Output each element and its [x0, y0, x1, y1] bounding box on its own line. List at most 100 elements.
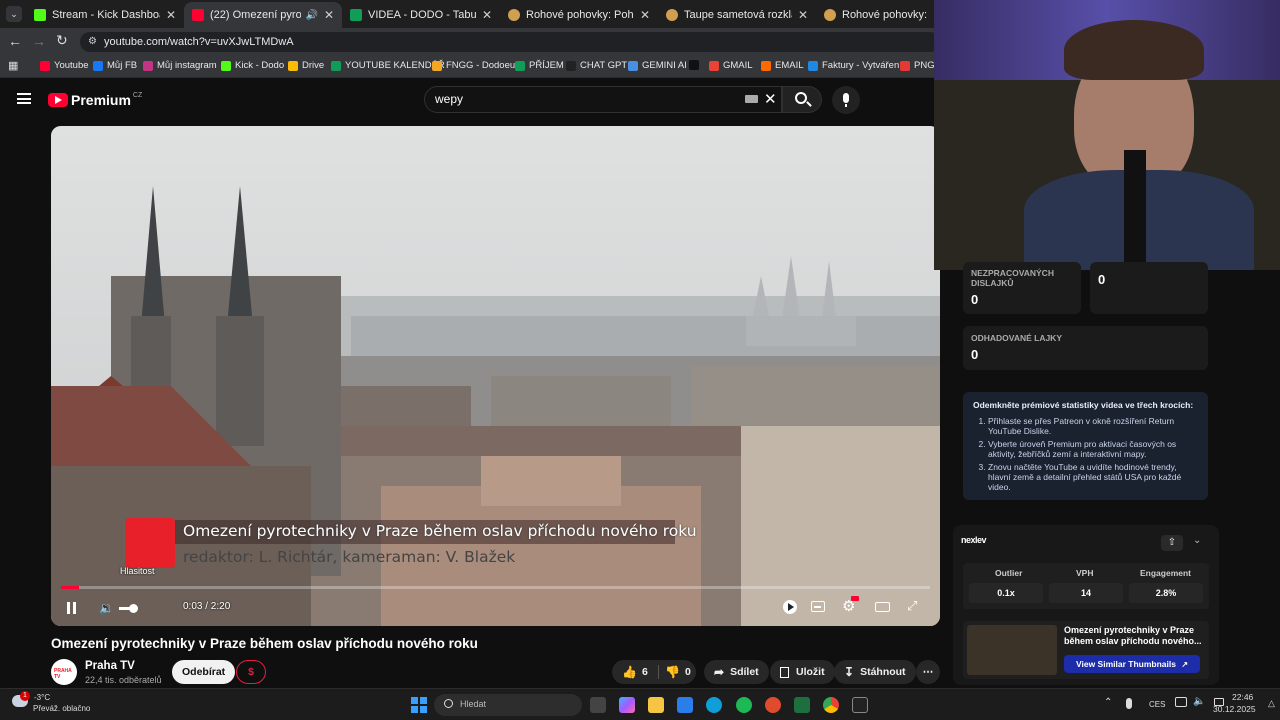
bookmark-item[interactable]: GMAIL [709, 60, 753, 71]
keyboard-icon[interactable] [745, 95, 758, 103]
bookmark-item[interactable]: EMAIL [761, 60, 804, 71]
url-field[interactable]: ⚙ youtube.com/watch?v=uvXJwLTMDwA [80, 32, 940, 52]
dislike-button[interactable]: 👎 0 [659, 660, 691, 684]
fullscreen-button[interactable]: ⤢ [907, 598, 917, 614]
volume-slider[interactable] [119, 604, 138, 613]
forward-icon[interactable]: → [32, 33, 46, 49]
collapse-chevron-icon[interactable]: ⌄ [1193, 535, 1201, 546]
close-tab-icon[interactable]: ✕ [640, 8, 650, 22]
bookmark-icon [221, 60, 231, 71]
pause-button[interactable] [65, 602, 79, 614]
volume-slider-handle[interactable] [129, 604, 138, 613]
donate-button[interactable]: $ [236, 660, 266, 684]
youtube-premium-logo[interactable]: Premium CZ [48, 92, 142, 108]
tab-youtube-video[interactable]: (22) Omezení pyrotechniky 🔊 ✕ [184, 2, 342, 28]
estimated-label: ODHADOVANÉ LAJKY [971, 333, 1062, 343]
site-info-icon[interactable]: ⚙ [88, 32, 97, 52]
search-input[interactable]: wepy ✕ [424, 86, 782, 113]
mute-button[interactable]: 🔉 [99, 601, 114, 615]
subscribe-button[interactable]: Odebírat [172, 660, 236, 684]
copilot-icon[interactable] [619, 697, 635, 713]
settings-button[interactable]: ⚙ [842, 596, 859, 615]
more-actions-button[interactable]: ⋯ [916, 660, 940, 684]
autoplay-toggle[interactable] [783, 600, 797, 614]
bookmark-item[interactable]: PŘÍJEM [515, 60, 564, 71]
weather-widget[interactable]: 1 -3°C Převáž. oblačno [12, 691, 102, 717]
bookmark-icon [40, 60, 50, 71]
bookmark-item[interactable]: CHAT GPT [566, 60, 627, 71]
channel-avatar[interactable]: PRAHA TV [51, 659, 77, 685]
view-similar-thumbnails-button[interactable]: View Similar Thumbnails ↗ [1064, 655, 1200, 673]
show-hidden-icons[interactable]: ⌃ [1104, 697, 1112, 708]
pause-icon [67, 602, 70, 614]
voice-search-button[interactable] [832, 86, 860, 114]
spotify-icon[interactable] [736, 697, 752, 713]
task-view-icon[interactable] [590, 697, 606, 713]
channel-name[interactable]: Praha TV [85, 660, 135, 672]
tab-list-chevron-icon[interactable]: ⌄ [6, 6, 22, 22]
bookmark-item[interactable]: Faktury - Vytváření [808, 60, 902, 71]
export-button[interactable]: ⇧ [1161, 535, 1183, 551]
edge-icon[interactable] [706, 697, 722, 713]
similar-video-card[interactable]: Omezení pyrotechniky v Praze během oslav… [963, 621, 1209, 679]
weather-badge: 1 [20, 691, 30, 701]
search-button[interactable] [782, 86, 822, 113]
bookmark-item[interactable]: Youtube [40, 60, 89, 71]
start-button[interactable] [411, 697, 427, 713]
reload-icon[interactable]: ↻ [56, 32, 68, 49]
bookmark-item[interactable]: Drive [288, 60, 324, 71]
chrome-icon[interactable] [823, 697, 839, 713]
metric-header: Outlier [995, 568, 1023, 578]
tab-kick-dashboard[interactable]: Stream - Kick Dashboard ✕ [26, 2, 184, 28]
tab-shop-2[interactable]: Taupe sametová rozkládací/s úl ✕ [658, 2, 816, 28]
theater-mode-button[interactable] [875, 602, 890, 612]
clock-date[interactable]: 30.12.2025 [1213, 704, 1256, 714]
network-icon[interactable] [1175, 697, 1187, 707]
apps-grid-icon[interactable]: ▦ [8, 59, 18, 72]
bookmark-icon [566, 60, 576, 71]
subtitles-button[interactable] [811, 601, 825, 612]
epic-games-icon[interactable] [852, 697, 868, 713]
back-icon[interactable]: ← [8, 33, 22, 49]
bookmark-item[interactable]: Můj instagram [143, 60, 217, 71]
volume-tooltip: Hlasitost [120, 566, 155, 576]
close-tab-icon[interactable]: ✕ [482, 8, 492, 22]
share-button[interactable]: ➦ Sdílet [704, 660, 769, 684]
language-indicator[interactable]: CES [1149, 700, 1165, 709]
hamburger-menu-icon[interactable] [17, 93, 31, 104]
download-button[interactable]: ↧ Stáhnout [834, 660, 916, 684]
webcam-overlay [934, 0, 1280, 270]
youtube-header: Premium CZ wepy ✕ [0, 78, 940, 122]
bookmark-item[interactable]: GEMINI AI [628, 60, 687, 71]
notification-icon[interactable]: △ [1268, 698, 1275, 709]
save-button[interactable]: Uložit [770, 660, 835, 684]
bookmark-item[interactable]: PNG [900, 60, 935, 71]
clear-search-icon[interactable]: ✕ [764, 87, 777, 112]
bookmark-item[interactable]: YOUTUBE KALENDÁŘ [331, 60, 445, 71]
video-player[interactable]: Omezení pyrotechniky v Praze během oslav… [51, 126, 940, 626]
store-icon[interactable] [677, 697, 693, 713]
speaker-icon[interactable]: 🔊 [305, 10, 317, 21]
microphone-tray-icon[interactable] [1126, 698, 1132, 709]
close-tab-icon[interactable]: ✕ [166, 8, 176, 22]
speaker-tray-icon[interactable]: 🔈 [1193, 696, 1205, 707]
tab-shop-3[interactable]: Rohové pohovky: Pohodln [816, 2, 936, 28]
obs-icon[interactable] [765, 697, 781, 713]
bookmark-item[interactable]: FNGG - Dodoeu [432, 60, 515, 71]
clock-time[interactable]: 22:46 [1232, 692, 1253, 702]
bookmark-item[interactable]: Kick - Dodo [221, 60, 284, 71]
taskbar-search[interactable]: Hledat [434, 694, 582, 716]
excel-icon[interactable] [794, 697, 810, 713]
play-icon [788, 603, 794, 611]
close-tab-icon[interactable]: ✕ [798, 8, 808, 22]
close-tab-icon[interactable]: ✕ [324, 8, 334, 22]
tab-shop-1[interactable]: Rohové pohovky: Pohodlné a d ✕ [500, 2, 658, 28]
estimated-likes-card: ODHADOVANÉ LAJKY 0 [963, 326, 1208, 370]
like-button[interactable]: 👍 6 [612, 660, 658, 684]
progress-bar[interactable] [61, 586, 930, 589]
file-explorer-icon[interactable] [648, 697, 664, 713]
sheets-icon [350, 9, 362, 21]
bookmark-item[interactable]: Můj FB [93, 60, 137, 71]
bookmark-item[interactable] [689, 60, 703, 70]
tab-google-sheets[interactable]: VIDEA - DODO - Tabulky Goog ✕ [342, 2, 500, 28]
